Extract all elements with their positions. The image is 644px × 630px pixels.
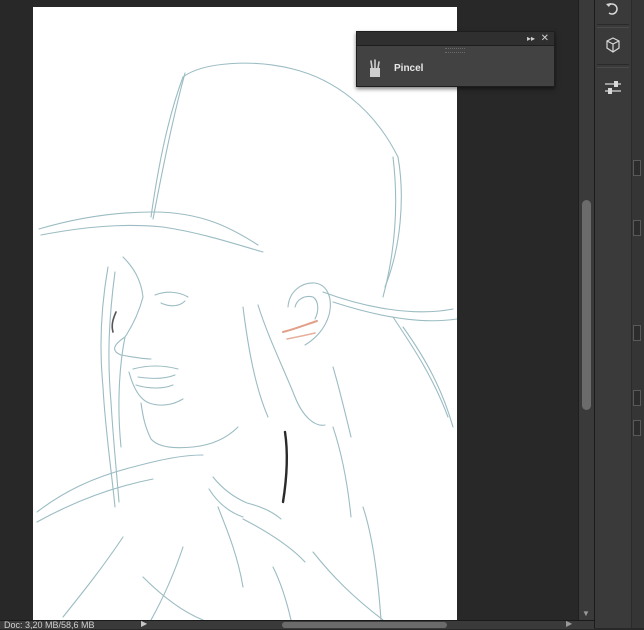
sketch-artwork [36,62,457,620]
tool-preset-label: Pincel [394,63,424,74]
document-size-status: Doc: 3,20 MB/58,6 MB [4,620,95,630]
panel-tab-handle[interactable] [633,160,641,176]
close-icon[interactable]: ✕ [541,32,549,45]
drawing-canvas[interactable] [33,7,457,620]
dock-icon-column [595,0,631,628]
panel-grip-handle[interactable] [445,48,465,53]
collapse-panel-icon[interactable]: ▸▸ [527,32,535,45]
tool-preset-row[interactable]: Pincel [366,59,546,81]
status-menu-arrow-icon[interactable]: ▶ [141,619,147,628]
panel-tab-handle[interactable] [633,390,641,406]
dock-separator [597,64,629,68]
scroll-right-icon[interactable]: ▶ [566,619,572,628]
panel-tab-handle[interactable] [633,220,641,236]
panel-tab-handle[interactable] [633,325,641,341]
dock-side-strip [631,0,644,628]
brush-presets-panel: ▸▸ ✕ Pincel [356,31,555,87]
panel-tab-handle[interactable] [633,420,641,436]
scroll-down-icon[interactable]: ▼ [582,609,590,618]
vertical-scroll-thumb[interactable] [582,200,591,410]
history-icon[interactable] [601,0,625,20]
vertical-scrollbar[interactable]: ▼ [578,0,595,620]
dock-separator [597,24,629,28]
3d-icon[interactable] [601,34,625,56]
adjust-sliders-icon[interactable] [601,77,625,99]
panel-titlebar[interactable]: ▸▸ ✕ [357,32,554,46]
panel-dock [594,0,644,628]
document-workspace [0,0,578,620]
horizontal-scroll-thumb[interactable] [282,622,447,628]
brush-presets-icon [366,59,384,79]
